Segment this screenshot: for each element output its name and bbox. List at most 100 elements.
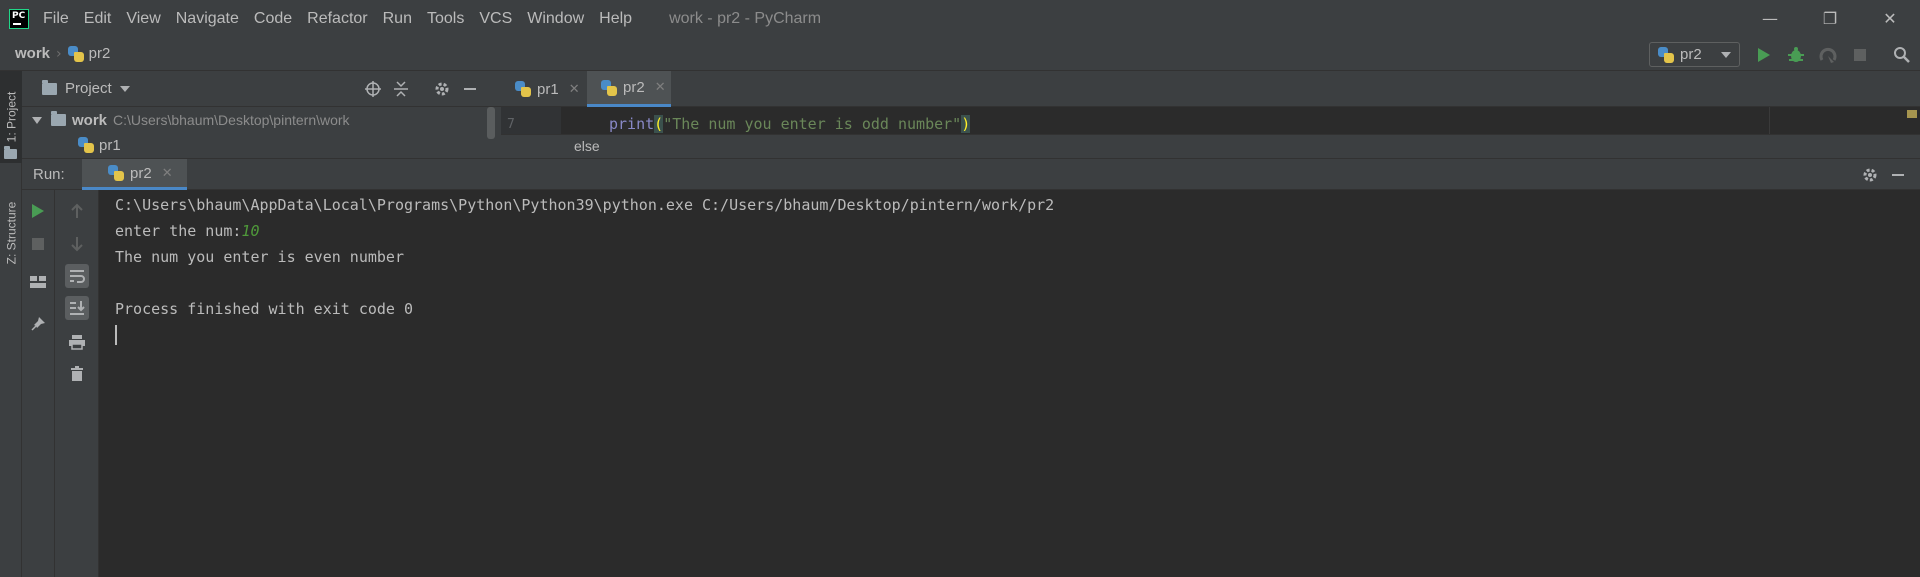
window-controls: — ❐ ✕ bbox=[1740, 0, 1920, 37]
warning-marker-icon[interactable] bbox=[1907, 110, 1917, 118]
menu-run[interactable]: Run bbox=[383, 10, 412, 28]
console-command: C:\Users\bhaum\AppData\Local\Programs\Py… bbox=[115, 196, 1055, 214]
python-file-icon bbox=[67, 45, 84, 62]
menu-code[interactable]: Code bbox=[254, 10, 292, 28]
menu-refactor[interactable]: Refactor bbox=[307, 10, 367, 28]
breadcrumb-else[interactable]: else bbox=[574, 138, 600, 154]
structure-tool-tab[interactable]: Z: Structure bbox=[0, 179, 22, 287]
code-function: print bbox=[609, 115, 655, 133]
layout-icon[interactable] bbox=[26, 270, 50, 294]
run-tab-pr2[interactable]: pr2 ✕ bbox=[82, 159, 187, 190]
menu-edit[interactable]: Edit bbox=[84, 10, 112, 28]
menu-view[interactable]: View bbox=[126, 10, 160, 28]
navigation-bar: work › pr2 pr2 bbox=[0, 37, 1920, 71]
tab-label: pr2 bbox=[623, 79, 645, 96]
breadcrumb-root[interactable]: work bbox=[15, 45, 50, 62]
project-scrollbar[interactable] bbox=[487, 107, 495, 139]
menu-vcs[interactable]: VCS bbox=[479, 10, 512, 28]
close-tab-icon[interactable]: ✕ bbox=[655, 80, 666, 95]
locate-target-icon[interactable] bbox=[363, 79, 383, 99]
tree-root-path: C:\Users\bhaum\Desktop\pintern\work bbox=[113, 112, 350, 128]
tab-pr2[interactable]: pr2 ✕ bbox=[587, 71, 671, 107]
close-tab-icon[interactable]: ✕ bbox=[162, 166, 173, 181]
pin-icon[interactable] bbox=[26, 312, 50, 336]
print-icon[interactable] bbox=[65, 330, 89, 354]
project-tool-header: Project bbox=[22, 71, 501, 107]
folder-icon bbox=[51, 111, 66, 126]
run-label: Run: bbox=[33, 166, 65, 183]
code-editor[interactable]: 7 print("The num you enter is odd number… bbox=[501, 107, 1920, 158]
run-console[interactable]: C:\Users\bhaum\AppData\Local\Programs\Py… bbox=[99, 190, 1920, 577]
python-file-icon bbox=[1658, 46, 1674, 63]
python-file-icon bbox=[78, 137, 94, 153]
menu-file[interactable]: File bbox=[43, 10, 69, 28]
close-button[interactable]: ✕ bbox=[1860, 0, 1920, 37]
minimize-button[interactable]: — bbox=[1740, 0, 1800, 37]
tree-item-label: pr1 bbox=[99, 136, 121, 154]
expand-arrow-icon[interactable] bbox=[32, 116, 42, 124]
editor-tabs: pr1 ✕ pr2 ✕ bbox=[501, 71, 1920, 107]
close-tab-icon[interactable]: ✕ bbox=[569, 82, 580, 97]
stop-icon[interactable] bbox=[1850, 45, 1870, 65]
menu-tools[interactable]: Tools bbox=[427, 10, 464, 28]
python-file-icon bbox=[515, 81, 531, 97]
structure-tool-tab-label: Z: Structure bbox=[4, 201, 18, 265]
run-configuration-select[interactable]: pr2 bbox=[1649, 42, 1740, 67]
arrow-up-icon[interactable] bbox=[65, 199, 89, 223]
trash-icon[interactable] bbox=[65, 362, 89, 386]
code-line[interactable]: print("The num you enter is odd number") bbox=[609, 115, 971, 133]
editor-breadcrumb: else bbox=[501, 134, 1920, 158]
line-number: 7 bbox=[507, 117, 515, 132]
python-file-icon bbox=[108, 165, 124, 181]
folder-icon bbox=[42, 79, 57, 95]
pycharm-logo-icon bbox=[9, 8, 29, 29]
menu-window[interactable]: Window bbox=[527, 10, 584, 28]
code-string: "The num you enter is odd number" bbox=[663, 115, 962, 133]
console-prompt: enter the num: bbox=[115, 222, 242, 240]
console-user-input: 10 bbox=[241, 222, 260, 240]
gear-icon[interactable] bbox=[432, 79, 452, 99]
chevron-right-icon: › bbox=[56, 45, 62, 62]
hide-minus-icon[interactable] bbox=[460, 79, 480, 99]
run-icon[interactable] bbox=[1754, 45, 1774, 65]
restore-button[interactable]: ❐ bbox=[1800, 0, 1860, 37]
console-prompt-line: enter the num:10 bbox=[115, 222, 260, 240]
python-file-icon bbox=[601, 79, 617, 96]
tab-pr1[interactable]: pr1 ✕ bbox=[501, 71, 583, 107]
chevron-down-icon bbox=[1721, 52, 1731, 58]
tree-item-pr1[interactable]: pr1 bbox=[78, 133, 121, 157]
chevron-down-icon[interactable] bbox=[119, 85, 130, 92]
rerun-icon[interactable] bbox=[26, 199, 50, 223]
stop-icon[interactable] bbox=[26, 232, 50, 256]
run-toolbar-secondary bbox=[55, 190, 99, 577]
project-tool-tab-label: 1: Project bbox=[4, 91, 19, 143]
project-tree: work C:\Users\bhaum\Desktop\pintern\work… bbox=[22, 107, 501, 158]
breadcrumb-file[interactable]: pr2 bbox=[89, 45, 111, 62]
menu-help[interactable]: Help bbox=[599, 10, 632, 28]
right-margin-guide bbox=[1769, 107, 1770, 134]
window-title: work - pr2 - PyCharm bbox=[669, 9, 822, 27]
console-output: The num you enter is even number bbox=[115, 248, 404, 266]
search-icon[interactable] bbox=[1892, 45, 1912, 65]
folder-icon bbox=[4, 145, 17, 163]
title-bar: File Edit View Navigate Code Refactor Ru… bbox=[0, 0, 1920, 37]
editor-gutter: 7 bbox=[501, 107, 561, 134]
hide-minus-icon[interactable] bbox=[1888, 165, 1908, 185]
run-configuration-label: pr2 bbox=[1680, 46, 1702, 63]
collapse-all-icon[interactable] bbox=[391, 79, 411, 99]
run-toolbar-primary bbox=[22, 190, 55, 577]
project-title[interactable]: Project bbox=[65, 80, 112, 97]
debug-icon[interactable] bbox=[1786, 45, 1806, 65]
profile-icon[interactable] bbox=[1818, 45, 1838, 65]
run-tab-label: pr2 bbox=[130, 164, 152, 182]
gear-icon[interactable] bbox=[1860, 165, 1880, 185]
arrow-down-icon[interactable] bbox=[65, 232, 89, 256]
menu-navigate[interactable]: Navigate bbox=[176, 10, 239, 28]
paren-open: ( bbox=[654, 115, 664, 133]
console-exit: Process finished with exit code 0 bbox=[115, 300, 414, 318]
soft-wrap-icon[interactable] bbox=[65, 264, 89, 288]
left-tool-strip: 1: Project Z: Structure bbox=[0, 71, 22, 577]
tree-root-name: work bbox=[72, 111, 108, 129]
scroll-to-end-icon[interactable] bbox=[65, 296, 89, 320]
tree-item-root[interactable]: work C:\Users\bhaum\Desktop\pintern\work bbox=[22, 108, 350, 132]
